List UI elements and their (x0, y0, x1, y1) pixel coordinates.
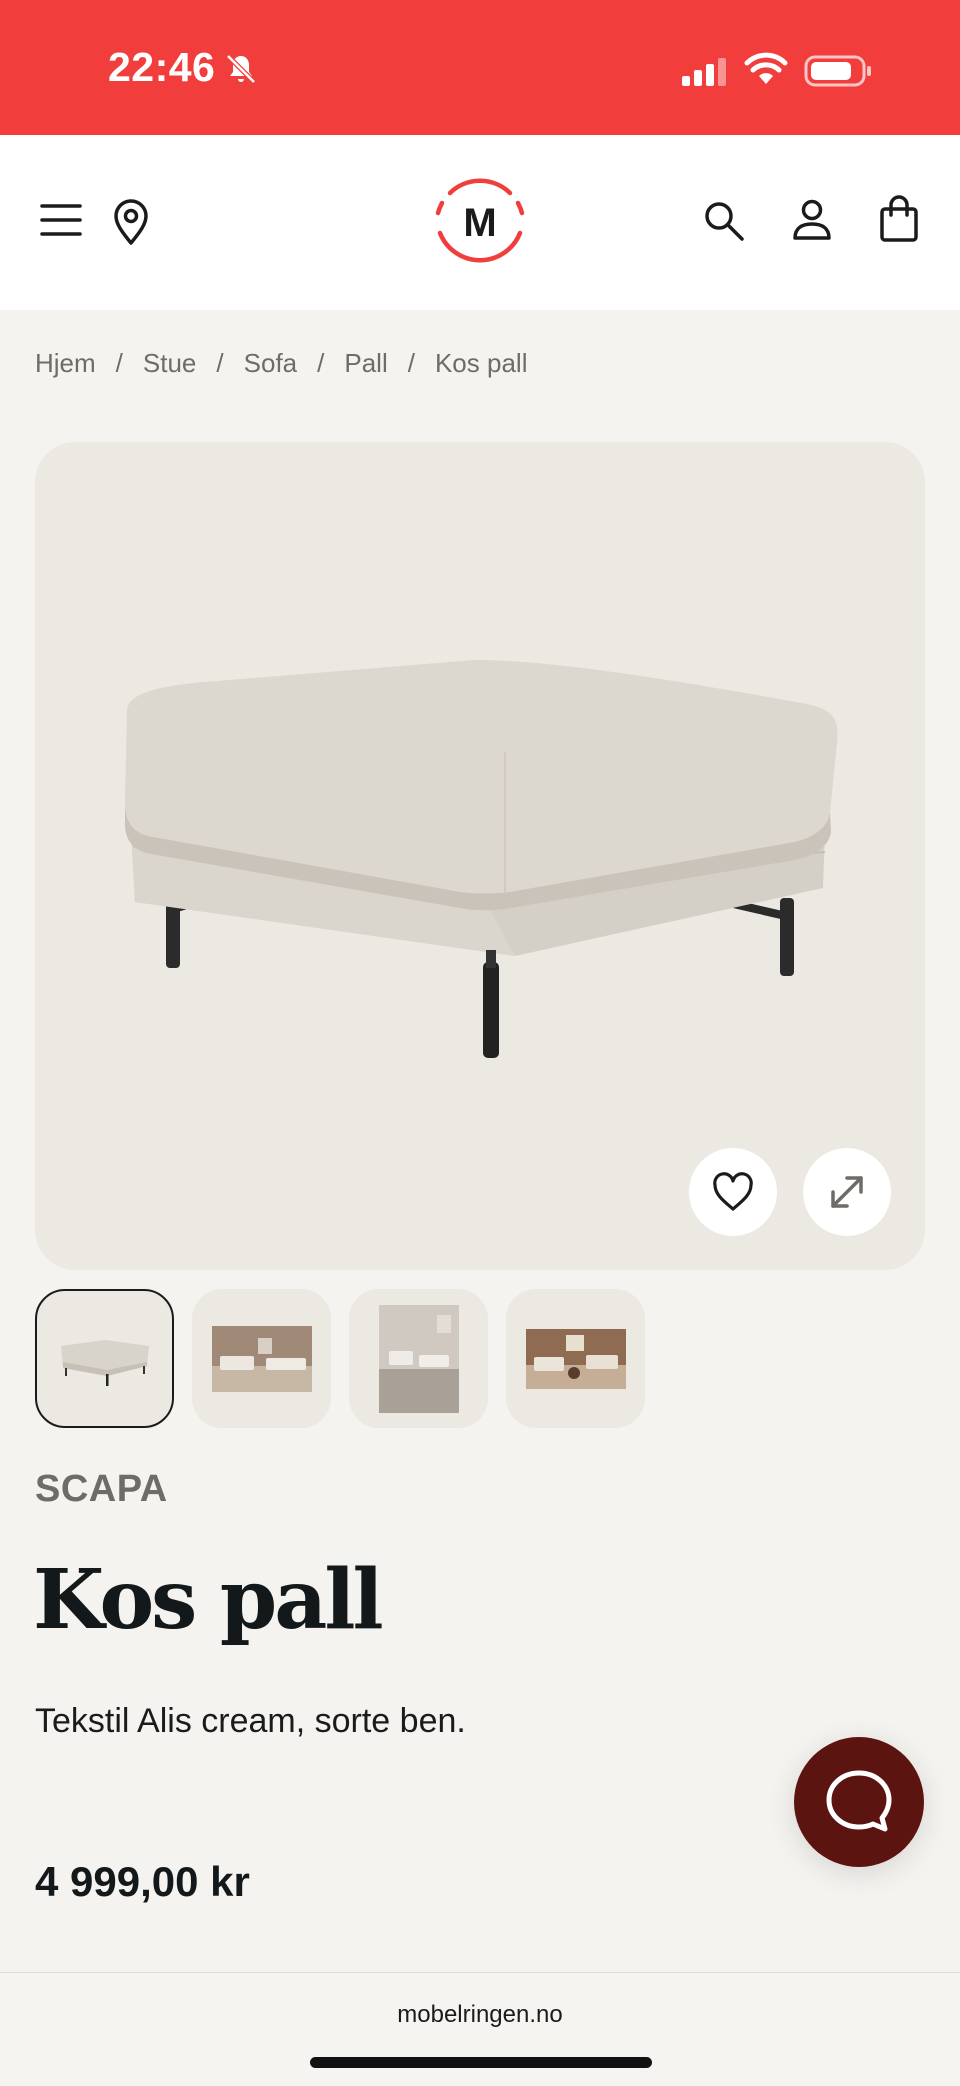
thumbnail-lounge-image (525, 1328, 626, 1389)
shopping-bag-icon (880, 195, 918, 242)
chat-button[interactable] (794, 1737, 924, 1867)
status-bar: 22:46 (0, 0, 960, 135)
wifi-icon (744, 52, 788, 84)
signal-icon (682, 58, 726, 86)
location-pin-icon (114, 199, 148, 245)
store-locator-button[interactable] (106, 195, 156, 249)
product-brand[interactable]: SCAPA (35, 1468, 168, 1511)
expand-image-button[interactable] (803, 1148, 891, 1236)
product-image-main[interactable] (35, 442, 925, 1270)
browser-bar: mobelringen.no (0, 1972, 960, 2086)
breadcrumb-item-stue[interactable]: Stue (143, 348, 197, 379)
favorite-button[interactable] (689, 1148, 777, 1236)
menu-icon (40, 204, 82, 236)
breadcrumb-separator: / (216, 348, 224, 378)
thumbnail-4[interactable] (506, 1289, 645, 1428)
thumbnail-2[interactable] (192, 1289, 331, 1428)
breadcrumb-separator: / (115, 348, 123, 378)
logo-letter: M (463, 200, 497, 245)
site-header: M (0, 135, 960, 310)
thumbnail-1[interactable] (35, 1289, 174, 1428)
expand-icon (831, 1176, 863, 1208)
thumbnail-3[interactable] (349, 1289, 488, 1428)
battery-icon (804, 55, 871, 87)
cart-button[interactable] (876, 193, 922, 245)
breadcrumb-item-hjem[interactable]: Hjem (35, 348, 96, 379)
breadcrumb: Hjem / Stue / Sofa / Pall / Kos pall (35, 348, 527, 379)
breadcrumb-item-pall[interactable]: Pall (344, 348, 387, 379)
breadcrumb-item-current: Kos pall (434, 348, 528, 378)
thumbnail-room-image (378, 1304, 459, 1413)
breadcrumb-separator: / (407, 348, 415, 378)
breadcrumb-item-sofa[interactable]: Sofa (244, 348, 298, 379)
heart-icon (713, 1172, 753, 1211)
menu-button[interactable] (36, 195, 86, 245)
bell-muted-icon (226, 54, 256, 84)
home-indicator[interactable] (310, 2057, 652, 2068)
search-icon (705, 202, 744, 241)
ottoman-product-image (124, 660, 838, 1058)
status-time: 22:46 (108, 44, 216, 90)
search-button[interactable] (700, 197, 748, 245)
thumbnail-living-room-image (211, 1325, 312, 1392)
chat-bubble-icon (826, 1770, 892, 1832)
logo[interactable]: M (426, 169, 534, 277)
product-price: 4 999,00 kr (35, 1858, 250, 1905)
url-text[interactable]: mobelringen.no (0, 2001, 960, 2029)
thumbnail-ottoman-image (60, 1339, 149, 1386)
breadcrumb-separator: / (317, 348, 325, 378)
product-title: Kos pall (33, 1552, 384, 1648)
user-icon (793, 199, 831, 240)
product-description: Tekstil Alis cream, sorte ben. (35, 1702, 466, 1740)
account-button[interactable] (788, 195, 836, 245)
